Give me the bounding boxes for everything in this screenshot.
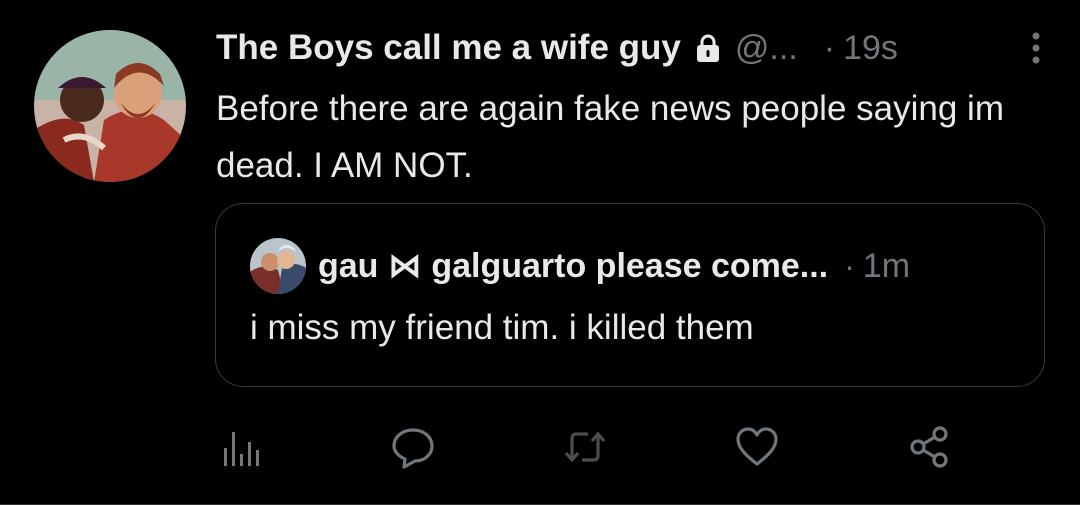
separator-dot: · [823,28,836,67]
tweet-text: Before there are again fake news people … [216,89,1004,185]
like-icon[interactable] [734,424,780,470]
quoted-tweet[interactable]: gau ⋈ galguarto please come... · 1m i mi… [215,203,1045,387]
display-name[interactable]: The Boys call me a wife guy [216,28,681,68]
more-vertical-icon[interactable] [1030,30,1042,66]
retweet-icon[interactable] [562,424,608,470]
lock-icon [695,33,721,63]
quote-text: i miss my friend tim. i killed them [250,308,754,347]
quote-display-name[interactable]: gau ⋈ galguarto please come... [318,246,828,286]
timestamp[interactable]: 19s [843,29,898,68]
quote-timestamp[interactable]: 1m [863,247,910,286]
handle[interactable]: @... [735,29,798,68]
avatar[interactable] [34,30,186,182]
quote-avatar[interactable] [250,238,306,294]
tweet-header: The Boys call me a wife guy @... · 19s [216,24,1040,72]
share-icon[interactable] [906,424,952,470]
reply-icon[interactable] [390,424,436,470]
quote-header: gau ⋈ galguarto please come... · 1m [318,240,1010,292]
tweet[interactable]: The Boys call me a wife guy @... · 19s B… [0,0,1080,505]
quote-separator-dot: · [844,247,855,284]
analytics-icon[interactable] [218,424,264,470]
action-bar [0,420,1080,480]
